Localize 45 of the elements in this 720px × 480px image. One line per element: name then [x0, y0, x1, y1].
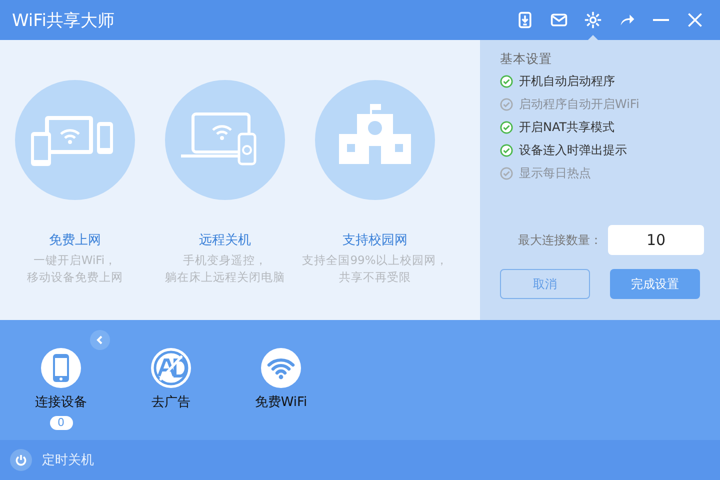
- feature-description: 躺在床上远程关闭电脑: [165, 269, 285, 286]
- school-icon: [339, 104, 411, 164]
- no-ads-icon[interactable]: [151, 348, 191, 388]
- mail-icon: [550, 11, 568, 29]
- close-icon: [686, 11, 704, 29]
- option-label: 设备连入时弹出提示: [519, 142, 627, 159]
- feature-description: 一键开启WiFi，: [33, 252, 117, 269]
- cancel-button[interactable]: 取消: [500, 269, 590, 299]
- footer-label[interactable]: 定时关机: [42, 451, 94, 469]
- devices-icon: [31, 116, 113, 166]
- confirm-button[interactable]: 完成设置: [610, 269, 700, 299]
- feature-description: 支持全国99%以上校园网，: [302, 252, 448, 269]
- power-icon: [15, 454, 27, 466]
- feature-title: 免费上网: [49, 232, 101, 250]
- checkbox[interactable]: [500, 75, 513, 88]
- feature-description: 手机变身遥控，: [183, 252, 267, 269]
- option-label: 启动程序自动开启WiFi: [519, 96, 640, 113]
- laptop-icon: [181, 112, 256, 166]
- checkbox[interactable]: [500, 167, 513, 180]
- window-title: WiFi共享大师: [12, 10, 116, 32]
- feature-title: 远程关机: [199, 232, 251, 250]
- download-icon: [516, 11, 534, 29]
- option-label: 显示每日热点: [519, 165, 591, 182]
- feature-title: 支持校园网: [342, 232, 408, 250]
- max-connections-field[interactable]: 10: [608, 225, 704, 255]
- tool-label: 去广告: [152, 394, 190, 412]
- tool-label: 免费WiFi: [254, 394, 308, 412]
- count-badge: 0: [50, 416, 72, 430]
- collapse-button[interactable]: [90, 330, 110, 350]
- minimize-icon: [652, 18, 670, 22]
- option-label: 开启NAT共享模式: [519, 119, 615, 136]
- feature-description: 移动设备免费上网: [27, 269, 123, 286]
- field-label: 最大连接数量：: [518, 232, 602, 248]
- wifi-icon[interactable]: [261, 348, 301, 388]
- power-button[interactable]: [10, 449, 32, 471]
- checkbox[interactable]: [500, 98, 513, 111]
- checkbox[interactable]: [500, 144, 513, 157]
- section-heading: 基本设置: [500, 50, 553, 68]
- option-label: 开机自动启动程序: [519, 73, 615, 90]
- chevron-left-icon: [95, 335, 105, 345]
- phone-icon[interactable]: [41, 348, 81, 388]
- feature-description: 共享不再受限: [339, 269, 411, 286]
- checkbox[interactable]: [500, 121, 513, 134]
- settings-icon: [584, 11, 602, 29]
- tool-label: 连接设备: [35, 394, 87, 412]
